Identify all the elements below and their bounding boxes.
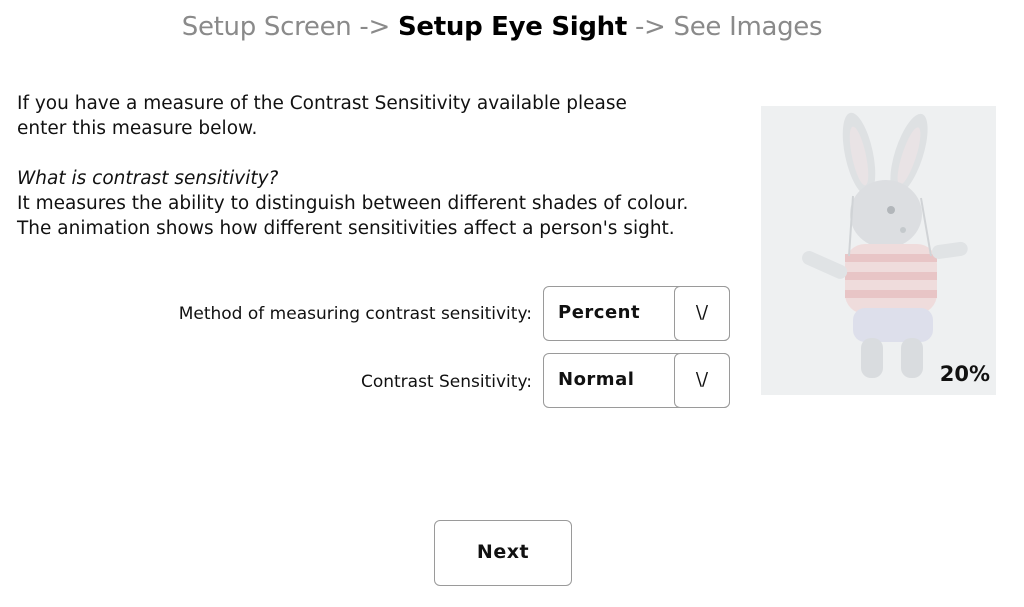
sensitivity-dropdown-button[interactable]: \/ (674, 353, 730, 408)
breadcrumb-separator: -> (627, 12, 674, 42)
question-heading: What is contrast sensitivity? (17, 168, 279, 189)
method-dropdown-button[interactable]: \/ (674, 286, 730, 341)
breadcrumb: Setup Screen -> Setup Eye Sight -> See I… (0, 12, 1004, 42)
sensitivity-label: Contrast Sensitivity: (360, 372, 532, 392)
toy-mouse-illustration (802, 112, 968, 378)
contrast-preview-image: 20% (761, 106, 996, 395)
breadcrumb-see-images: See Images (673, 12, 823, 42)
breadcrumb-separator: -> (351, 12, 398, 42)
breadcrumb-setup-eye-sight: Setup Eye Sight (397, 12, 628, 42)
intro-text: If you have a measure of the Contrast Se… (17, 91, 747, 241)
breadcrumb-setup-screen: Setup Screen (181, 12, 352, 42)
next-button[interactable]: Next (434, 520, 572, 586)
intro-line-1: If you have a measure of the Contrast Se… (17, 93, 627, 114)
method-label: Method of measuring contrast sensitivity… (178, 304, 532, 324)
sensitivity-select-value: Normal (558, 369, 635, 390)
method-select-value: Percent (558, 302, 641, 323)
intro-line-2: enter this measure below. (17, 118, 258, 139)
answer-line-2: The animation shows how different sensit… (17, 218, 675, 239)
method-select[interactable]: Percent \/ (543, 286, 730, 341)
contrast-percent-label: 20% (939, 362, 990, 386)
sensitivity-select[interactable]: Normal \/ (543, 353, 730, 408)
answer-line-1: It measures the ability to distinguish b… (17, 193, 689, 214)
